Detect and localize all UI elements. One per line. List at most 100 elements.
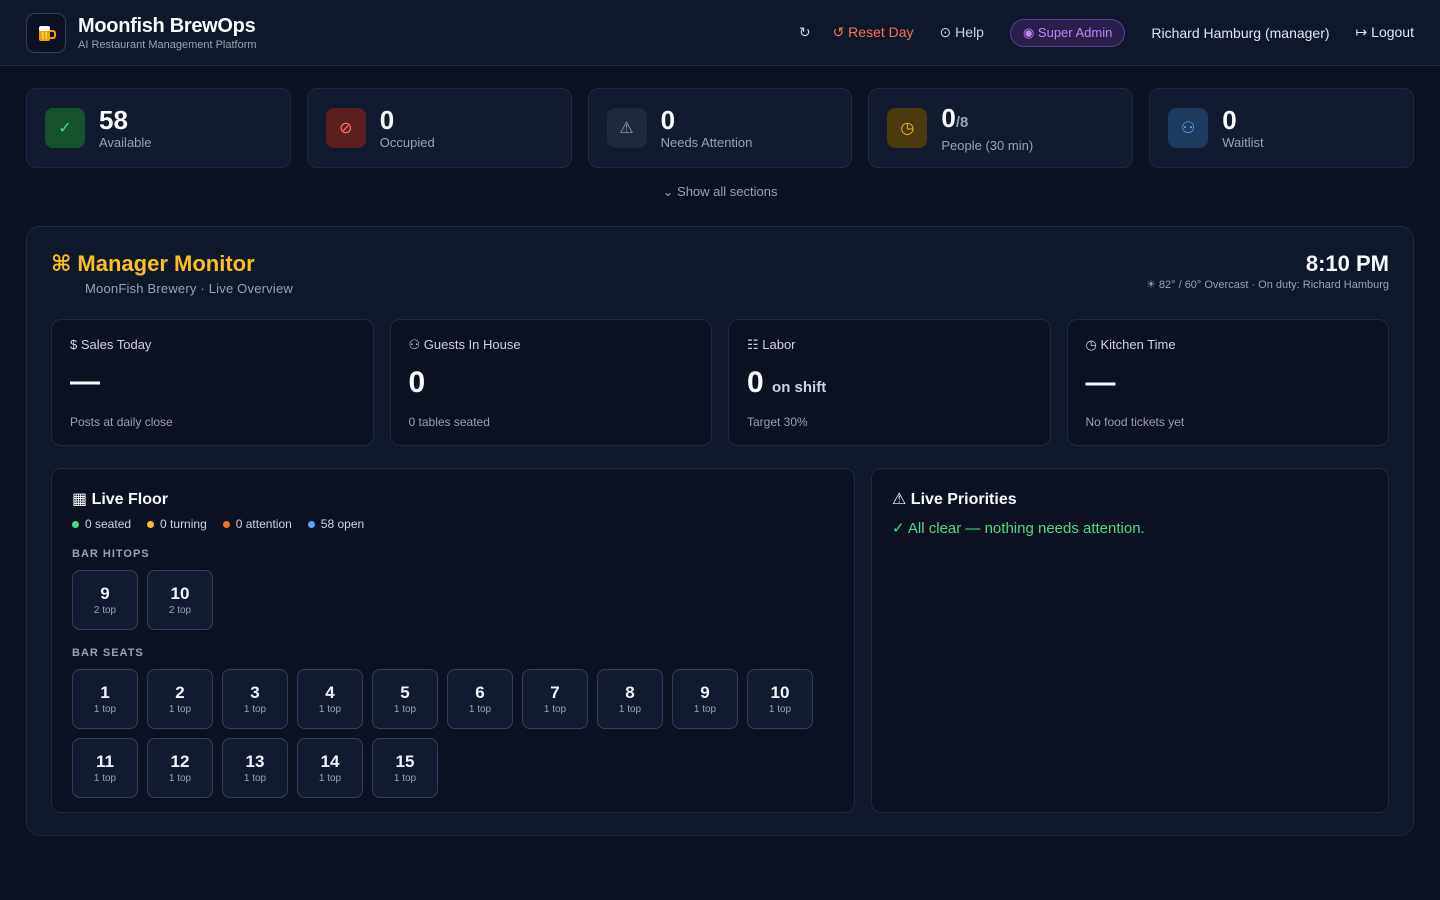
table-number: 10	[770, 683, 790, 702]
stat-label: Needs Attention	[660, 135, 753, 150]
floor-section-label: BAR HITOPS	[72, 548, 150, 560]
people-icon: ⚇	[1168, 108, 1209, 148]
app-logo[interactable]	[26, 12, 66, 53]
top-bar: Moonfish BrewOps AI Restaurant Managemen…	[0, 0, 1440, 66]
table-number: 8	[625, 683, 635, 702]
check-icon: ✓	[45, 108, 85, 148]
table-tile[interactable]: 1 1 top	[72, 669, 138, 729]
table-capacity: 2 top	[168, 605, 192, 616]
status-dot-icon	[72, 520, 79, 528]
kpi-heading: ⚇ Guests In House	[408, 337, 521, 352]
table-tile[interactable]: 11 1 top	[72, 738, 138, 798]
table-capacity: 1 top	[318, 704, 342, 715]
kpi-card-sales-today[interactable]: $ Sales Today — Posts at daily close	[51, 319, 374, 446]
table-number: 4	[325, 683, 335, 702]
refresh-button[interactable]: ↻	[799, 24, 811, 41]
stat-text: 58 Available	[99, 106, 152, 150]
current-time: 8:10 PM	[1305, 251, 1389, 276]
help-button[interactable]: ⊙ Help	[940, 24, 984, 41]
table-capacity: 1 top	[618, 704, 642, 715]
app-subtitle: AI Restaurant Management Platform	[78, 38, 257, 51]
status-dot-icon	[147, 520, 155, 528]
stat-number: 0	[1222, 105, 1237, 135]
warning-icon: ⚠	[606, 108, 647, 148]
table-number: 11	[96, 752, 114, 771]
legend-item: 0 turning	[147, 517, 207, 531]
table-tile[interactable]: 12 1 top	[147, 738, 213, 798]
table-capacity: 1 top	[168, 704, 192, 715]
stat-label: People (30 min)	[941, 137, 1034, 153]
stat-value: 58	[99, 106, 152, 134]
kpi-heading: $ Sales Today	[70, 337, 152, 352]
current-user: Richard Hamburg (manager)	[1151, 24, 1330, 41]
table-number: 13	[245, 752, 265, 771]
table-number: 15	[395, 752, 415, 771]
floor-section-tables: 1 1 top 2 1 top 3 1 top 4 1 top 5 1 top 6 1 top 7 1 t…	[72, 669, 832, 798]
table-number: 9	[700, 683, 710, 702]
table-tile[interactable]: 4 1 top	[297, 669, 363, 729]
kpi-cards: $ Sales Today — Posts at daily close ⚇ Gues…	[51, 319, 1389, 446]
monitor-subtitle: MoonFish Brewery · Live Overview	[85, 281, 293, 296]
block-icon: ⊘	[325, 108, 366, 148]
table-tile[interactable]: 2 1 top	[147, 669, 213, 729]
stat-label: Available	[99, 135, 152, 150]
live-floor-title: ▦ Live Floor	[72, 491, 169, 508]
stat-number: 0	[379, 105, 395, 135]
reset-day-button[interactable]: ↺ Reset Day	[833, 24, 914, 41]
kpi-card-kitchen-time[interactable]: ◷ Kitchen Time — No food tickets yet	[1066, 319, 1389, 446]
kpi-card-guests-in-house[interactable]: ⚇ Guests In House 0 0 tables seated	[389, 319, 712, 446]
table-capacity: 1 top	[768, 704, 792, 715]
kpi-unit: on shift	[772, 379, 827, 396]
kpi-heading: ◷ Kitchen Time	[1085, 337, 1176, 352]
super-admin-badge[interactable]: ◉ Super Admin	[1009, 18, 1126, 47]
stat-card-occupied[interactable]: ⊘ 0 Occupied	[306, 88, 572, 168]
table-tile[interactable]: 9 1 top	[672, 669, 738, 729]
stat-value: 0	[380, 106, 435, 134]
stat-number: 58	[99, 105, 128, 135]
stat-cards: ✓ 58 Available ⊘ 0 Occupied ⚠ 0 Needs Attention ◷…	[26, 88, 1414, 168]
clock-icon: ◷	[887, 108, 928, 148]
table-number: 7	[550, 683, 560, 702]
kpi-note: 0 tables seated	[408, 415, 490, 429]
kpi-value: 0 on shift	[747, 367, 1032, 404]
logout-button[interactable]: ↦ Logout	[1356, 24, 1414, 41]
table-capacity: 1 top	[393, 773, 417, 784]
stat-card-needs-attention[interactable]: ⚠ 0 Needs Attention	[587, 88, 853, 168]
live-floor-panel: ▦ Live Floor 0 seated 0 turning 0 attentio…	[51, 468, 855, 813]
stat-text: 0 Needs Attention	[661, 106, 753, 150]
kpi-note: No food tickets yet	[1085, 415, 1185, 429]
table-tile[interactable]: 8 1 top	[597, 669, 663, 729]
show-all-sections-toggle[interactable]: ⌄ Show all sections	[0, 184, 1440, 200]
table-capacity: 1 top	[543, 704, 567, 715]
table-number: 6	[475, 683, 485, 702]
table-tile[interactable]: 9 2 top	[72, 570, 138, 630]
stat-number: 0	[941, 102, 956, 133]
brand: Moonfish BrewOps AI Restaurant Managemen…	[78, 15, 257, 51]
stat-card-waitlist[interactable]: ⚇ 0 Waitlist	[1149, 88, 1414, 168]
table-tile[interactable]: 10 2 top	[147, 570, 213, 630]
table-tile[interactable]: 10 1 top	[747, 669, 813, 729]
floor-legend: 0 seated 0 turning 0 attention 58 open	[72, 517, 834, 531]
table-capacity: 1 top	[693, 704, 717, 715]
table-number: 3	[250, 683, 260, 702]
table-capacity: 2 top	[93, 605, 117, 616]
live-priorities-panel: ⚠ Live Priorities ✓ All clear — nothing …	[871, 468, 1389, 813]
table-tile[interactable]: 15 1 top	[372, 738, 438, 798]
table-tile[interactable]: 13 1 top	[222, 738, 288, 798]
stat-value: 0/8	[941, 104, 1033, 137]
legend-label: 0 turning	[160, 517, 207, 531]
stat-capacity: /8	[955, 113, 969, 131]
table-tile[interactable]: 6 1 top	[447, 669, 513, 729]
status-dot-icon	[307, 520, 315, 528]
kpi-number: —	[70, 365, 100, 398]
table-tile[interactable]: 7 1 top	[522, 669, 588, 729]
kpi-card-labor[interactable]: ☷ Labor 0 on shift Target 30%	[728, 319, 1051, 446]
kpi-number: 0	[747, 366, 764, 399]
stat-card-people-30-min[interactable]: ◷ 0/8 People (30 min)	[868, 88, 1134, 168]
stat-card-available[interactable]: ✓ 58 Available	[26, 88, 291, 168]
table-tile[interactable]: 14 1 top	[297, 738, 363, 798]
table-tile[interactable]: 3 1 top	[222, 669, 288, 729]
table-capacity: 1 top	[318, 773, 342, 784]
table-tile[interactable]: 5 1 top	[372, 669, 438, 729]
table-capacity: 1 top	[93, 704, 117, 715]
